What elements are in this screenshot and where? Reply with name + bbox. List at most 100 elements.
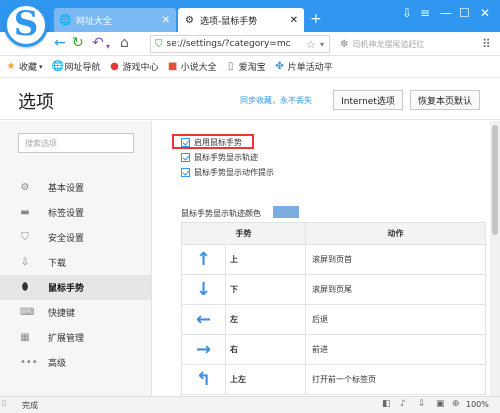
settings-sidebar: 搜索选项 ⚙ 基本设置 ▬ 标签设置 ⛉ 安全设置 ⇩ 下载 ⬮ 鼠标手势 ⌨ … bbox=[0, 121, 152, 396]
scrollbar-thumb[interactable] bbox=[492, 125, 498, 235]
globe-icon: 🌐 bbox=[59, 14, 72, 26]
browser-logo[interactable]: S bbox=[4, 3, 48, 47]
checkbox-checked[interactable] bbox=[181, 168, 190, 177]
status-text: 完成 bbox=[22, 401, 38, 410]
gesture-action[interactable]: 滚屏到页尾 bbox=[305, 274, 486, 305]
bookmarks-bar: ★ 收藏 ▾ 🌐 网址导航 ● 游戏中心 ■ 小说大全 ▯ 爱淘宝 ✤ 片单活动平 bbox=[0, 56, 500, 78]
shield-icon: ⛉ bbox=[155, 38, 163, 50]
sidebar-item-shortcuts[interactable]: ⌨ 快捷键 bbox=[0, 300, 151, 325]
gesture-direction: 左 bbox=[225, 304, 306, 335]
checkbox-checked[interactable] bbox=[181, 153, 190, 162]
bookmark-taobao[interactable]: ▯ 爱淘宝 bbox=[226, 60, 266, 73]
show-action-hint-checkbox[interactable]: 鼠标手势显示动作提示 bbox=[181, 167, 274, 178]
gesture-action[interactable]: 打开前一个标签页 bbox=[305, 364, 486, 395]
restore-defaults-button[interactable]: 恢复本页默认 bbox=[410, 90, 480, 110]
maximize-button[interactable]: ☐ bbox=[459, 7, 470, 19]
tab-mouse-gesture-options[interactable]: ⚙ 选项-鼠标手势 ✕ bbox=[178, 8, 304, 32]
bookmark-activity[interactable]: ✤ 片单活动平 bbox=[275, 60, 332, 73]
refresh-button[interactable]: ↻ bbox=[72, 35, 84, 51]
table-row[interactable]: ← 左 后退 bbox=[181, 304, 486, 335]
show-trail-checkbox[interactable]: 鼠标手势显示轨迹 bbox=[181, 152, 258, 163]
new-tab-button[interactable]: + bbox=[310, 12, 322, 26]
sidebar-toggle-icon[interactable]: ◧ bbox=[382, 399, 391, 409]
address-bar: ← ↻ ↶ ▾ ⌂ ⛉ se://settings/?category=mc ☆… bbox=[0, 32, 500, 56]
arrow-up-left-icon: ↰ bbox=[195, 368, 212, 390]
checkbox-checked[interactable] bbox=[181, 138, 190, 147]
page-header: 选项 同步收藏，永不丢失 Internet选项 恢复本页默认 bbox=[0, 78, 500, 120]
url-bar[interactable]: ⛉ se://settings/?category=mc bbox=[150, 35, 330, 53]
book-icon: ■ bbox=[167, 60, 178, 72]
menu-icon[interactable]: ≡ bbox=[420, 7, 430, 19]
minimize-button[interactable]: — bbox=[440, 7, 452, 19]
speaker-icon[interactable]: ♪ bbox=[400, 399, 406, 409]
download-icon[interactable]: ⇩ bbox=[402, 7, 412, 19]
sidebar-item-download[interactable]: ⇩ 下载 bbox=[0, 250, 151, 275]
sidebar-item-security[interactable]: ⛉ 安全设置 bbox=[0, 225, 151, 250]
table-row[interactable]: → 右 前进 bbox=[181, 334, 486, 365]
close-icon[interactable]: ✕ bbox=[290, 15, 298, 26]
favorite-star-icon[interactable]: ☆ bbox=[306, 38, 316, 51]
bookmark-game-center[interactable]: ● 游戏中心 bbox=[110, 60, 158, 73]
home-button[interactable]: ⌂ bbox=[120, 35, 129, 51]
table-row[interactable]: ↓ 下 滚屏到页尾 bbox=[181, 274, 486, 305]
star-icon: ★ bbox=[6, 60, 16, 72]
tab-icon: ▬ bbox=[20, 206, 30, 218]
globe-icon: 🌐 bbox=[51, 60, 64, 72]
tab-label: 选项-鼠标手势 bbox=[200, 16, 258, 27]
table-row[interactable]: ↑ 上 滚屏到页首 bbox=[181, 244, 486, 275]
undo-dropdown-icon[interactable]: ▾ bbox=[106, 39, 110, 55]
page-icon: ▯ bbox=[227, 60, 234, 72]
gesture-action[interactable]: 后退 bbox=[305, 304, 486, 335]
trail-color-swatch[interactable] bbox=[273, 206, 299, 218]
chevron-down-icon[interactable]: ▾ bbox=[320, 40, 324, 49]
options-search-input[interactable]: 搜索选项 bbox=[18, 133, 134, 153]
internet-options-button[interactable]: Internet选项 bbox=[333, 90, 403, 110]
trail-color-label: 鼠标手势显示轨迹颜色 bbox=[181, 209, 261, 218]
tab-url-directory[interactable]: 🌐 网址大全 ✕ bbox=[54, 8, 176, 32]
bookmark-url-nav[interactable]: 🌐 网址导航 bbox=[52, 60, 101, 73]
column-header-action: 动作 bbox=[305, 222, 486, 245]
enable-gesture-checkbox[interactable]: 启用鼠标手势 bbox=[181, 137, 242, 148]
gesture-direction: 上 bbox=[225, 244, 306, 275]
extension-icon: ▦ bbox=[20, 331, 30, 343]
arrow-right-icon: → bbox=[195, 338, 212, 360]
close-window-button[interactable]: ✕ bbox=[480, 7, 490, 19]
gesture-direction: 下 bbox=[225, 274, 306, 305]
gesture-settings-panel: 启用鼠标手势 鼠标手势显示轨迹 鼠标手势显示动作提示 鼠标手势显示轨迹颜色 手势… bbox=[153, 121, 490, 396]
page-title: 选项 bbox=[18, 92, 54, 113]
url-input[interactable]: se://settings/?category=mc bbox=[167, 39, 326, 49]
zoom-icon[interactable]: ⊕ bbox=[452, 399, 460, 409]
download-icon[interactable]: ⇩ bbox=[418, 399, 426, 409]
close-icon[interactable]: ✕ bbox=[162, 15, 170, 26]
undo-button[interactable]: ↶ bbox=[92, 35, 104, 51]
gesture-direction: 右 bbox=[225, 334, 306, 365]
arrow-down-icon: ↓ bbox=[195, 278, 212, 300]
gallery-icon[interactable]: ▣ bbox=[436, 399, 445, 409]
sidebar-item-mouse-gesture[interactable]: ⬮ 鼠标手势 bbox=[0, 275, 151, 300]
gear-icon: ⚙ bbox=[185, 14, 194, 26]
sidebar-item-tabs[interactable]: ▬ 标签设置 bbox=[0, 200, 151, 225]
table-row[interactable]: ↰ 上左 打开前一个标签页 bbox=[181, 364, 486, 395]
back-button[interactable]: ← bbox=[54, 35, 66, 51]
grid-menu-icon[interactable]: ⠿ bbox=[482, 37, 491, 51]
puzzle-icon: ✤ bbox=[275, 60, 284, 72]
arrow-up-icon: ↑ bbox=[195, 248, 212, 270]
search-box[interactable]: ✽ 司机神龙摆尾追赶红 bbox=[338, 35, 468, 53]
shield-icon: ⛉ bbox=[21, 231, 29, 243]
paw-search-icon: ✽ bbox=[340, 38, 349, 50]
sidebar-item-basic[interactable]: ⚙ 基本设置 bbox=[0, 175, 151, 200]
mouse-icon: ⬮ bbox=[21, 281, 29, 293]
sidebar-item-extensions[interactable]: ▦ 扩展管理 bbox=[0, 325, 151, 350]
tab-label: 网址大全 bbox=[76, 16, 113, 27]
gesture-action[interactable]: 前进 bbox=[305, 334, 486, 365]
sidebar-item-advanced[interactable]: ••• 高级 bbox=[0, 350, 151, 375]
search-input[interactable]: 司机神龙摆尾追赶红 bbox=[352, 39, 424, 50]
more-icon: ••• bbox=[20, 356, 38, 368]
zoom-level[interactable]: 100% bbox=[466, 400, 489, 409]
status-bar: ▯ 完成 ◧ ♪ ⇩ ▣ ⊕ 100% bbox=[0, 396, 500, 413]
bookmark-favorites[interactable]: ★ 收藏 ▾ bbox=[6, 60, 43, 73]
vertical-scrollbar[interactable] bbox=[490, 121, 500, 396]
sync-link[interactable]: 同步收藏，永不丢失 bbox=[240, 95, 312, 106]
bookmark-novels[interactable]: ■ 小说大全 bbox=[168, 60, 217, 73]
gesture-action[interactable]: 滚屏到页首 bbox=[305, 244, 486, 275]
